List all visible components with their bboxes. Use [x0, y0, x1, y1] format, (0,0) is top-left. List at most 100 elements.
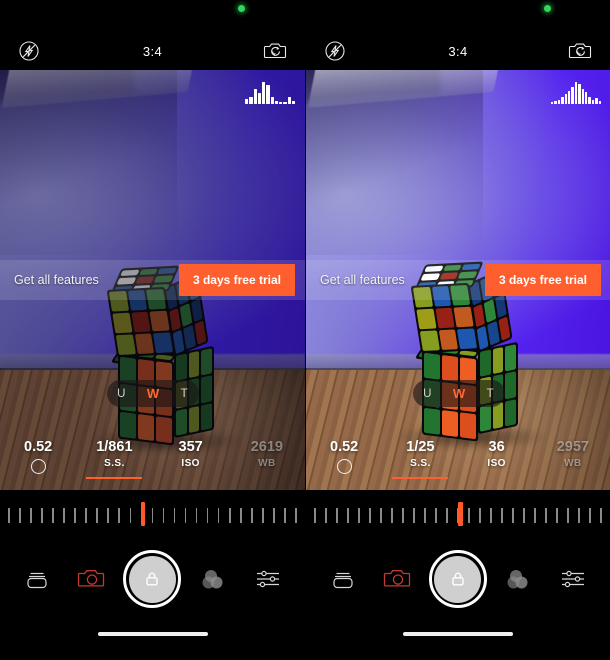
camera-mode-icon[interactable] — [375, 556, 421, 602]
dial-tick — [369, 507, 371, 523]
active-parameter-underline — [392, 476, 449, 480]
dial-tick-track[interactable] — [314, 502, 602, 526]
aperture-ring-icon — [336, 459, 352, 475]
histogram-icon — [551, 82, 602, 104]
dial-tick — [391, 507, 393, 523]
gallery-stack-icon[interactable] — [320, 556, 366, 602]
dial-tick — [85, 507, 87, 523]
readout-white-balance[interactable]: 2619 WB — [229, 438, 305, 477]
lens-option-u[interactable]: U — [423, 388, 432, 400]
filters-icon[interactable] — [495, 556, 541, 602]
home-indicator-bar[interactable] — [97, 632, 208, 636]
shutter-inner — [434, 555, 482, 603]
dial-tick — [424, 507, 426, 523]
readout-iso[interactable]: 357 ISO — [153, 438, 229, 477]
dial-tick — [336, 507, 338, 523]
lens-option-u[interactable]: U — [117, 388, 126, 400]
dial-tick — [151, 507, 154, 523]
readout-white-balance[interactable]: 2957 WB — [535, 438, 610, 477]
dial-tick — [162, 507, 165, 523]
dial-tick — [314, 507, 316, 523]
camera-mode-icon[interactable] — [69, 556, 115, 602]
dial-tick-track[interactable] — [8, 502, 297, 526]
dial-tick — [118, 507, 121, 523]
settings-sliders-icon[interactable] — [550, 556, 596, 602]
white-balance-label: WB — [258, 458, 276, 470]
shutter-speed-value: 1/25 — [406, 439, 435, 455]
histogram-icon — [245, 82, 295, 104]
dial-tick — [413, 507, 415, 523]
aspect-ratio-label[interactable]: 3:4 — [143, 44, 162, 59]
settings-sliders-icon[interactable] — [245, 556, 291, 602]
dial-tick — [41, 507, 43, 523]
shutter-lock-button[interactable] — [428, 550, 487, 608]
shutter-speed-value: 1/861 — [96, 439, 133, 455]
dial-tick — [347, 507, 349, 523]
histogram-bar — [245, 99, 249, 104]
gallery-stack-icon[interactable] — [14, 556, 60, 602]
viewfinder-left[interactable]: Get all features 3 days free trial U W T… — [0, 70, 305, 490]
dial-tick — [479, 507, 481, 523]
dial-tick — [96, 507, 98, 523]
histogram-bar — [270, 97, 274, 104]
readout-exposure-value[interactable]: 0.52 — [0, 438, 76, 482]
histogram-bar — [588, 97, 591, 104]
status-bar-left — [0, 0, 305, 32]
aspect-ratio-label[interactable]: 3:4 — [448, 44, 467, 59]
histogram-bar — [279, 101, 283, 104]
exposure-readout-right: 0.52 1/25 S.S. 36 ISO 2957 WB — [306, 432, 610, 490]
dial-tick — [501, 507, 503, 523]
lens-option-t[interactable]: T — [181, 388, 188, 400]
readout-exposure-value[interactable]: 0.52 — [306, 438, 382, 482]
active-parameter-underline — [86, 476, 143, 480]
top-control-bar-right: 3:4 — [306, 32, 610, 70]
exposure-readout-left: 0.52 1/861 S.S. 357 ISO 2619 WB — [0, 432, 305, 490]
dial-tick — [239, 507, 242, 523]
histogram-bar — [274, 100, 278, 104]
histogram-bar — [571, 86, 574, 104]
free-trial-button[interactable]: 3 days free trial — [178, 264, 295, 296]
readout-iso[interactable]: 36 ISO — [459, 438, 535, 477]
lens-option-w[interactable]: W — [453, 386, 466, 401]
dial-tick — [589, 507, 591, 523]
home-indicator-bar[interactable] — [403, 632, 513, 636]
dial-tick — [228, 507, 231, 523]
dial-marker-icon[interactable] — [140, 502, 146, 526]
dial-tick — [107, 507, 110, 523]
viewfinder-right[interactable]: Get all features 3 days free trial U W T… — [306, 70, 610, 490]
dial-tick — [30, 507, 32, 523]
flash-off-icon[interactable] — [320, 36, 350, 66]
parameter-dial-left[interactable] — [0, 490, 305, 540]
lens-selector-right[interactable]: U W T — [412, 380, 505, 407]
histogram-bar — [249, 96, 253, 104]
dial-tick — [217, 507, 220, 523]
camera-flip-icon[interactable] — [566, 36, 596, 66]
dial-tick — [567, 507, 569, 523]
iso-label: ISO — [181, 458, 200, 470]
camera-in-use-indicator-icon — [238, 5, 245, 12]
status-bar-right — [306, 0, 610, 32]
readout-shutter-speed[interactable]: 1/861 S.S. — [76, 438, 152, 480]
white-balance-value: 2957 — [556, 439, 589, 455]
readout-shutter-speed[interactable]: 1/25 S.S. — [382, 438, 458, 480]
parameter-dial-right[interactable] — [306, 490, 610, 540]
white-balance-value: 2619 — [250, 439, 283, 455]
histogram-bar — [561, 97, 564, 104]
lens-option-t[interactable]: T — [487, 388, 494, 400]
histogram-bar — [287, 96, 291, 104]
lens-option-w[interactable]: W — [147, 386, 160, 401]
camera-flip-icon[interactable] — [261, 36, 291, 66]
filters-icon[interactable] — [190, 556, 236, 602]
histogram-bar — [564, 94, 568, 104]
free-trial-button[interactable]: 3 days free trial — [484, 264, 601, 296]
dial-marker-icon[interactable] — [458, 502, 463, 526]
dial-tick — [446, 507, 448, 523]
lens-selector-left[interactable]: U W T — [106, 380, 199, 407]
shutter-lock-button[interactable] — [123, 550, 182, 608]
exposure-value: 0.52 — [24, 439, 53, 455]
flash-off-icon[interactable] — [14, 36, 44, 66]
histogram-bar — [598, 101, 602, 104]
comparison-stage: 3:4 Get all features 3 days free trial U… — [0, 0, 610, 660]
histogram-bar — [581, 88, 585, 104]
histogram-bar — [574, 82, 578, 104]
